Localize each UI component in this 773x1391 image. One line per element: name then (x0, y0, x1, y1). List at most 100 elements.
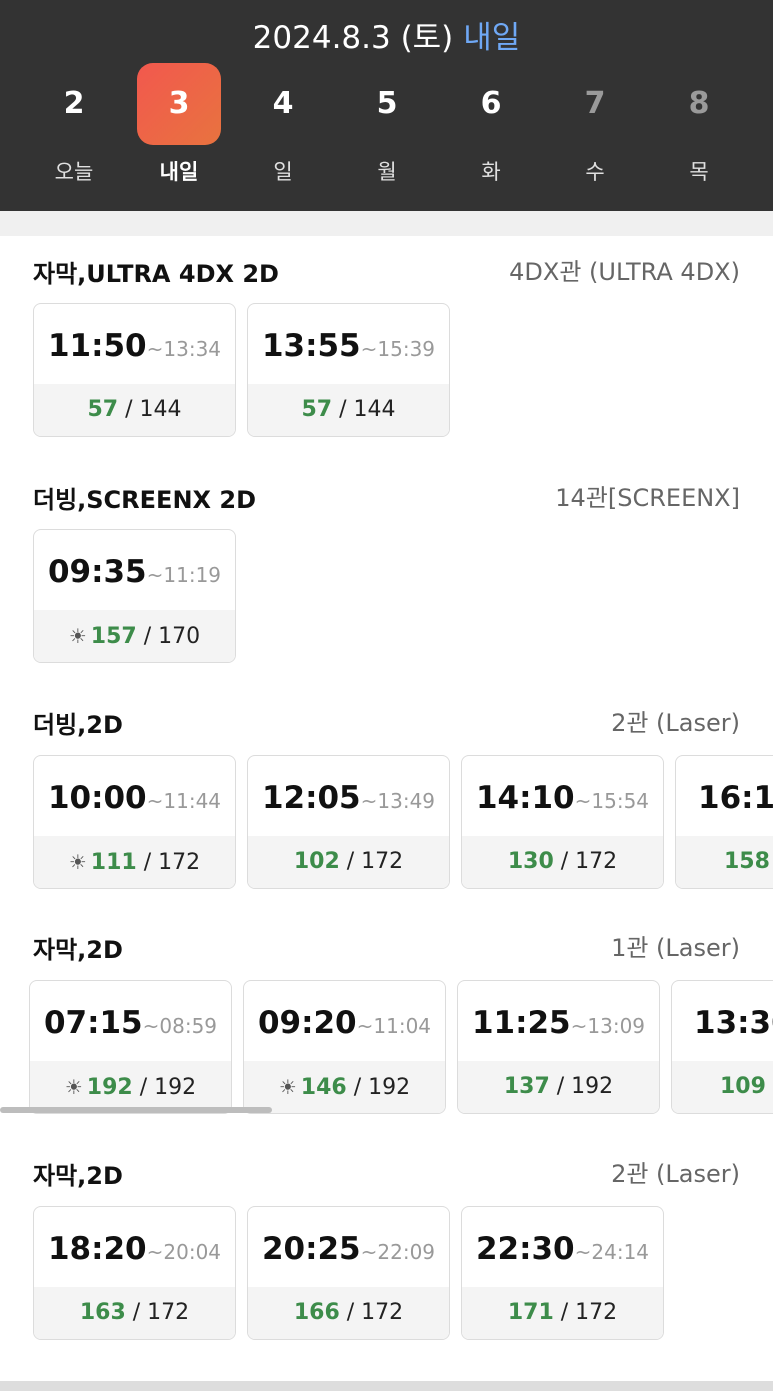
morning-sun-icon: ☀ (68, 850, 87, 874)
day-label-thu: 목 (689, 160, 709, 184)
total-seats: / 172 (143, 850, 201, 875)
total-seats: / 192 (353, 1075, 411, 1100)
start-time: 09:35 (47, 554, 147, 590)
day-button-8[interactable]: 8 (657, 63, 741, 145)
showtime-card[interactable]: 11:50~13:34 57 / 144 (33, 303, 236, 437)
date-header: 2024.8.3 (토) 내일 2 3 4 5 6 7 8 오늘 내일 일 월 화… (0, 0, 773, 211)
day-number: 2 (63, 86, 85, 121)
available-seats: 57 (87, 397, 119, 422)
end-time: ~24:14 (574, 1240, 650, 1264)
total-seats: / 172 (560, 1300, 618, 1325)
showtime-card[interactable]: 20:25~22:09 166 / 172 (247, 1206, 450, 1340)
showtime-card[interactable]: 09:35~11:19 ☀ 157 / 170 (33, 529, 236, 663)
showtime-card[interactable]: 09:20~11:04 ☀ 146 / 192 (243, 980, 446, 1114)
end-time: ~20:04 (146, 1240, 222, 1264)
available-seats: 157 (90, 624, 137, 649)
end-time: ~22:09 (360, 1240, 436, 1264)
showtime-card[interactable]: 07:15~08:59 ☀ 192 / 192 (29, 980, 232, 1114)
showtime-card[interactable]: 14:10~15:54 130 / 172 (461, 755, 664, 889)
end-time: ~11:19 (146, 563, 222, 587)
end-time: ~15:54 (574, 789, 650, 813)
available-seats: 111 (90, 850, 137, 875)
start-time: 12:05 (261, 780, 361, 816)
section-hall: 2관 (Laser) (611, 709, 740, 737)
day-number: 6 (480, 86, 502, 121)
available-seats: 102 (293, 849, 340, 874)
section-hall: 2관 (Laser) (611, 1160, 740, 1188)
start-time: 13:30 (694, 1005, 773, 1041)
start-time: 13:55 (261, 328, 361, 364)
section-title: 자막,ULTRA 4DX 2D (33, 260, 279, 288)
end-time: ~11:04 (356, 1014, 432, 1038)
bottom-divider (0, 1381, 773, 1391)
day-label-tue: 화 (481, 160, 501, 184)
available-seats: 146 (300, 1075, 347, 1100)
total-seats: / 192 (556, 1074, 614, 1099)
selected-date: 2024.8.3 (토) (252, 20, 454, 56)
day-number: 3 (168, 86, 190, 121)
available-seats: 171 (507, 1300, 554, 1325)
available-seats: 158 (724, 849, 770, 874)
day-button-4[interactable]: 4 (241, 63, 325, 145)
showtime-card[interactable]: 18:20~20:04 163 / 172 (33, 1206, 236, 1340)
start-time: 11:25 (471, 1005, 571, 1041)
section-hall: 1관 (Laser) (611, 934, 740, 962)
available-seats: 130 (507, 849, 554, 874)
showtime-card[interactable]: 22:30~24:14 171 / 172 (461, 1206, 664, 1340)
morning-sun-icon: ☀ (64, 1075, 83, 1099)
day-label-wed: 수 (585, 160, 605, 184)
day-number: 8 (688, 86, 710, 121)
end-time: ~13:09 (570, 1014, 646, 1038)
section-title: 더빙,SCREENX 2D (33, 486, 257, 514)
day-label-today: 오늘 (54, 160, 94, 184)
day-number: 7 (584, 86, 606, 121)
start-time: 11:50 (47, 328, 147, 364)
day-number: 4 (272, 86, 294, 121)
available-seats: 192 (86, 1075, 133, 1100)
showtime-card[interactable]: 10:00~11:44 ☀ 111 / 172 (33, 755, 236, 889)
start-time: 09:20 (257, 1005, 357, 1041)
day-button-3[interactable]: 3 (137, 63, 221, 145)
showtime-card[interactable]: 11:25~13:09 137 / 192 (457, 980, 660, 1114)
day-button-5[interactable]: 5 (345, 63, 429, 145)
day-label-tomorrow: 내일 (159, 160, 199, 184)
start-time: 14:10 (475, 780, 575, 816)
day-label-sun: 일 (273, 160, 293, 184)
available-seats: 109 (720, 1074, 766, 1099)
day-label-mon: 월 (377, 160, 397, 184)
tomorrow-label: 내일 (463, 20, 521, 56)
available-seats: 166 (293, 1300, 340, 1325)
showtime-card-partial[interactable]: 13:30 109 / (671, 980, 773, 1114)
section-hall: 4DX관 (ULTRA 4DX) (509, 258, 740, 286)
day-button-2[interactable]: 2 (32, 63, 116, 145)
showtime-card-partial[interactable]: 16:15 158 (675, 755, 773, 889)
section-hall: 14관[SCREENX] (555, 484, 740, 512)
day-number: 5 (376, 86, 398, 121)
total-seats: / 172 (132, 1300, 190, 1325)
morning-sun-icon: ☀ (278, 1075, 297, 1099)
total-seats: / 172 (560, 849, 618, 874)
start-time: 22:30 (475, 1231, 575, 1267)
selected-date-title: 2024.8.3 (토) 내일 (0, 12, 773, 57)
header-divider (0, 211, 773, 236)
available-seats: 163 (79, 1300, 126, 1325)
showtime-card[interactable]: 12:05~13:49 102 / 172 (247, 755, 450, 889)
start-time: 07:15 (43, 1005, 143, 1041)
horizontal-scrollbar[interactable] (0, 1107, 272, 1113)
end-time: ~13:34 (146, 337, 222, 361)
total-seats: / 144 (125, 397, 182, 422)
available-seats: 137 (503, 1074, 550, 1099)
showtime-card[interactable]: 13:55~15:39 57 / 144 (247, 303, 450, 437)
day-button-7[interactable]: 7 (553, 63, 637, 145)
start-time: 16:15 (698, 780, 773, 816)
section-title: 더빙,2D (33, 711, 123, 739)
total-seats: / 192 (139, 1075, 197, 1100)
total-seats: / 172 (346, 849, 404, 874)
start-time: 20:25 (261, 1231, 361, 1267)
day-button-6[interactable]: 6 (449, 63, 533, 145)
end-time: ~13:49 (360, 789, 436, 813)
available-seats: 57 (301, 397, 333, 422)
start-time: 10:00 (47, 780, 147, 816)
section-title: 자막,2D (33, 936, 123, 964)
end-time: ~15:39 (360, 337, 436, 361)
